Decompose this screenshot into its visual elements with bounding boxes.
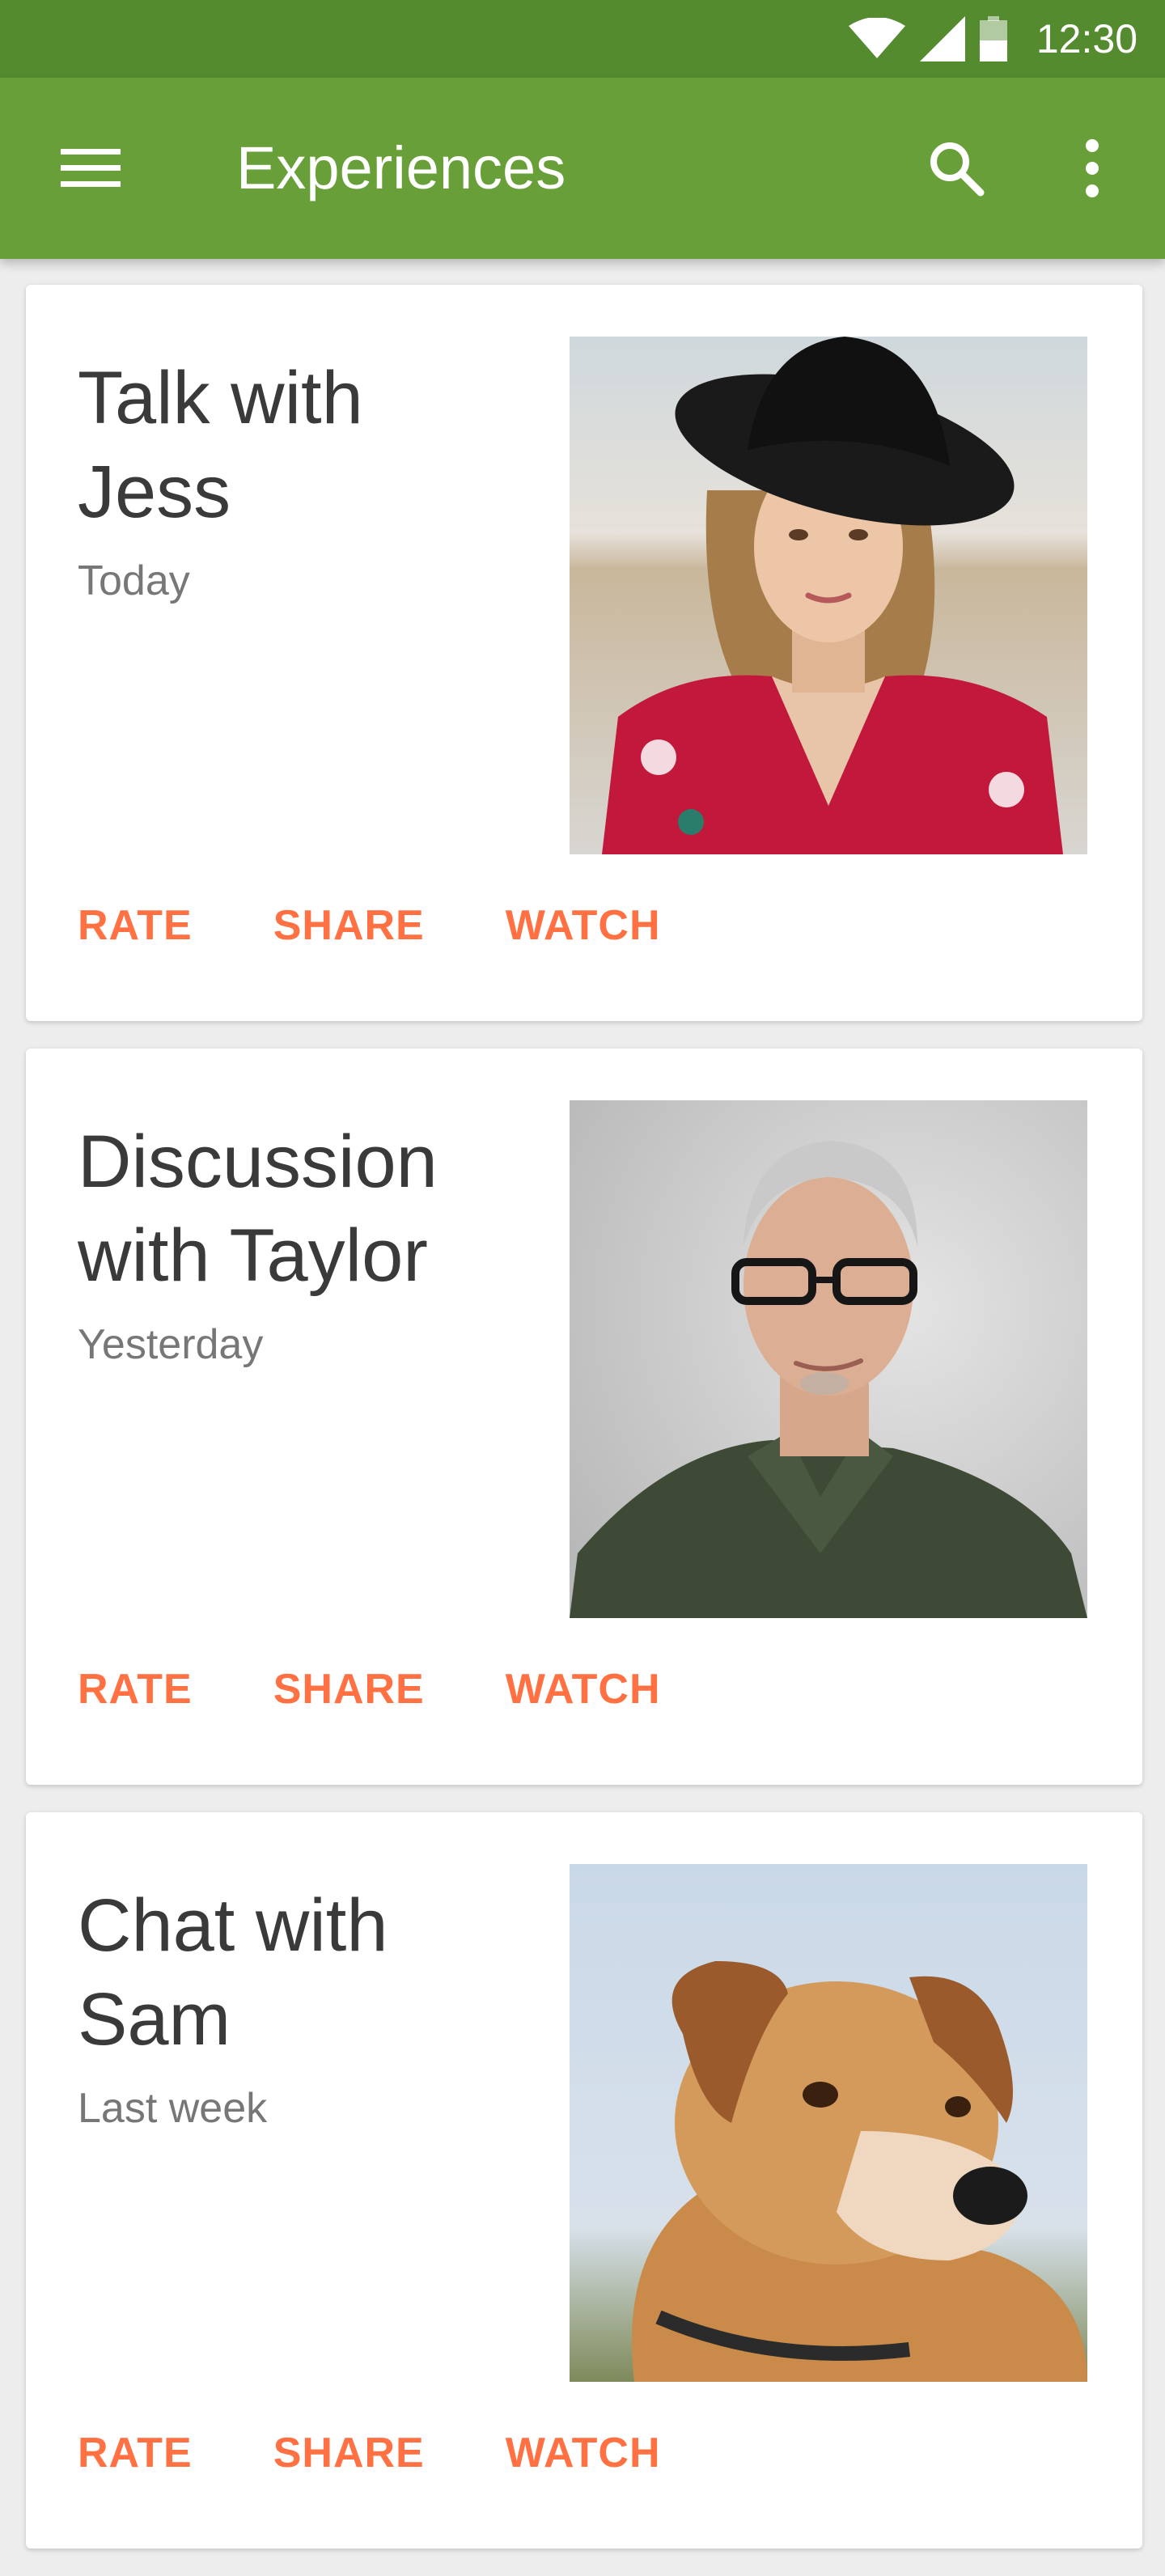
- app-bar: Experiences: [0, 78, 1165, 259]
- rate-button[interactable]: RATE: [78, 893, 193, 958]
- card-title-line: Jess: [78, 451, 231, 533]
- experience-list: Talk with Jess Today RATE SHARE WATCH Di…: [26, 285, 1142, 2548]
- wifi-icon: [848, 18, 905, 58]
- card-subtitle: Today: [78, 557, 190, 604]
- share-button[interactable]: SHARE: [273, 2421, 425, 2485]
- dog-portrait-image: [570, 1864, 1087, 2382]
- more-options-button[interactable]: [1063, 129, 1121, 207]
- experience-card[interactable]: Chat with Sam Last week RATE SHARE WATCH: [26, 1812, 1142, 2548]
- card-actions: RATE SHARE WATCH: [78, 893, 661, 958]
- share-button[interactable]: SHARE: [273, 1657, 425, 1722]
- search-button[interactable]: [922, 134, 990, 202]
- hamburger-menu-icon: [61, 149, 121, 187]
- experience-card[interactable]: Talk with Jess Today RATE SHARE WATCH: [26, 285, 1142, 1021]
- battery-icon: [979, 16, 1007, 61]
- card-title: Chat with Sam: [78, 1879, 531, 2066]
- menu-button[interactable]: [52, 139, 129, 197]
- card-title-line: with Taylor: [78, 1214, 428, 1297]
- card-title: Talk with Jess: [78, 351, 531, 539]
- card-subtitle: Last week: [78, 2085, 268, 2132]
- watch-button[interactable]: WATCH: [506, 2421, 661, 2485]
- photo-man-glasses: [570, 1100, 1087, 1618]
- status-bar: 12:30: [0, 0, 1165, 78]
- photo-woman-hat: [570, 337, 1087, 854]
- card-title-line: Discussion: [78, 1121, 438, 1203]
- card-title-line: Chat with: [78, 1884, 388, 1967]
- rate-button[interactable]: RATE: [78, 2421, 193, 2485]
- card-title-line: Sam: [78, 1978, 231, 2061]
- portrait-woman-hat-image: [570, 337, 1087, 854]
- cellular-signal-icon: [919, 16, 965, 61]
- rate-button[interactable]: RATE: [78, 1657, 193, 1722]
- search-icon: [930, 142, 985, 197]
- watch-button[interactable]: WATCH: [506, 1657, 661, 1722]
- portrait-man-glasses-image: [570, 1100, 1087, 1618]
- photo-dog: [570, 1864, 1087, 2382]
- card-actions: RATE SHARE WATCH: [78, 2421, 661, 2485]
- card-subtitle: Yesterday: [78, 1321, 264, 1368]
- app-bar-title: Experiences: [236, 134, 566, 201]
- status-time: 12:30: [1036, 16, 1137, 61]
- share-button[interactable]: SHARE: [273, 893, 425, 958]
- more-vert-icon: [1086, 139, 1099, 197]
- card-title-line: Talk with: [78, 357, 363, 439]
- card-actions: RATE SHARE WATCH: [78, 1657, 661, 1722]
- card-title: Discussion with Taylor: [78, 1115, 531, 1303]
- watch-button[interactable]: WATCH: [506, 893, 661, 958]
- experience-card[interactable]: Discussion with Taylor Yesterday RATE SH…: [26, 1049, 1142, 1785]
